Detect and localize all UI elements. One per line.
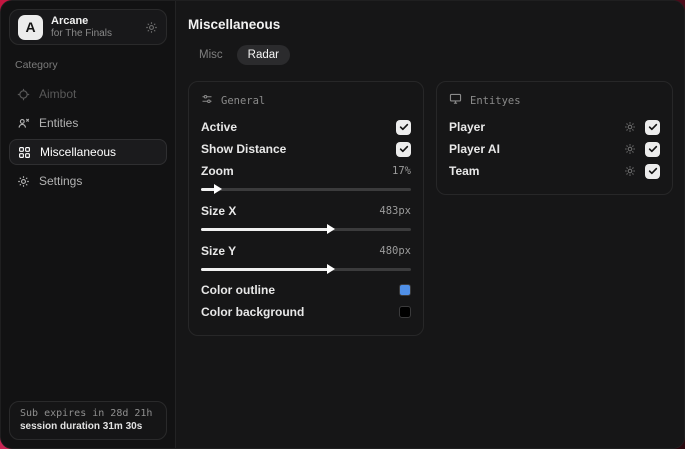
- sidebar-nav: Aimbot Entities Miscellaneous Settings: [9, 81, 167, 194]
- setting-label: Show Distance: [201, 142, 287, 156]
- sidebar: A Arcane for The Finals Category Aimbot …: [1, 1, 176, 448]
- sidebar-item-aimbot[interactable]: Aimbot: [9, 81, 167, 107]
- setting-row-size-x: Size X 483px: [201, 200, 411, 222]
- crosshair-icon: [17, 88, 30, 101]
- active-checkbox[interactable]: [396, 119, 411, 135]
- page-title: Miscellaneous: [188, 17, 281, 32]
- size-y-value: 480px: [379, 245, 411, 257]
- gear-icon: [17, 175, 30, 188]
- entity-row-player-ai: Player AI: [449, 138, 660, 160]
- sidebar-item-label: Aimbot: [39, 87, 77, 101]
- brand-text: Arcane for The Finals: [51, 15, 137, 39]
- slider-thumb[interactable]: [327, 224, 336, 234]
- player-ai-checkbox[interactable]: [645, 141, 660, 157]
- sub-expires-text: Sub expires in 28d 21h: [20, 408, 153, 419]
- slider-thumb[interactable]: [213, 184, 222, 194]
- tab-bar: Misc Radar: [188, 45, 673, 65]
- entity-controls: [624, 119, 660, 135]
- entity-label: Team: [449, 164, 480, 178]
- brand-card: A Arcane for The Finals: [9, 9, 167, 45]
- general-panel-title: General: [221, 95, 266, 107]
- setting-row-show-distance: Show Distance: [201, 138, 411, 160]
- slider-fill: [201, 228, 330, 231]
- entities-panel-title: Entityes: [470, 95, 521, 107]
- entity-row-team: Team: [449, 160, 660, 182]
- sidebar-item-label: Miscellaneous: [40, 145, 117, 159]
- team-checkbox[interactable]: [645, 163, 660, 179]
- app-logo: A: [18, 14, 43, 40]
- monitor-icon: [449, 92, 462, 110]
- size-x-slider[interactable]: [201, 223, 411, 235]
- entities-panel: Entityes Player Player AI Team: [436, 81, 673, 195]
- general-panel-header: General: [201, 92, 411, 110]
- setting-row-zoom: Zoom 17%: [201, 160, 411, 182]
- brand-gear-icon[interactable]: [145, 21, 158, 34]
- setting-row-color-background: Color background: [201, 301, 411, 323]
- category-label: Category: [15, 59, 58, 71]
- zoom-slider[interactable]: [201, 183, 411, 195]
- setting-label: Color background: [201, 305, 305, 319]
- general-panel: General Active Show Distance Zoom 17% Si…: [188, 81, 424, 336]
- app-window: A Arcane for The Finals Category Aimbot …: [0, 0, 685, 449]
- size-x-value: 483px: [379, 205, 411, 217]
- sidebar-item-entities[interactable]: Entities: [9, 110, 167, 136]
- entity-label: Player AI: [449, 142, 500, 156]
- setting-label: Active: [201, 120, 238, 134]
- entity-label: Player: [449, 120, 486, 134]
- setting-row-active: Active: [201, 116, 411, 138]
- app-subtitle: for The Finals: [51, 27, 112, 39]
- slider-track: [201, 188, 411, 191]
- entities-panel-header: Entityes: [449, 92, 660, 110]
- entities-icon: [17, 117, 30, 130]
- sidebar-item-settings[interactable]: Settings: [9, 168, 167, 194]
- grid-icon: [18, 146, 31, 159]
- sidebar-item-label: Entities: [39, 116, 79, 130]
- setting-label: Zoom: [201, 164, 234, 178]
- slider-fill: [201, 268, 330, 271]
- app-name: Arcane: [51, 14, 89, 27]
- setting-label: Size X: [201, 204, 237, 218]
- entity-row-player: Player: [449, 116, 660, 138]
- subscription-card: Sub expires in 28d 21h session duration …: [9, 401, 167, 440]
- color-background-swatch[interactable]: [399, 306, 411, 318]
- main-content: Miscellaneous Misc Radar General Active …: [176, 1, 684, 448]
- player-checkbox[interactable]: [645, 119, 660, 135]
- panels-row: General Active Show Distance Zoom 17% Si…: [188, 81, 673, 336]
- sidebar-item-miscellaneous[interactable]: Miscellaneous: [9, 139, 167, 165]
- entity-controls: [624, 141, 660, 157]
- tab-radar[interactable]: Radar: [236, 45, 290, 65]
- tab-misc[interactable]: Misc: [188, 45, 234, 65]
- color-outline-swatch[interactable]: [399, 284, 411, 296]
- entity-controls: [624, 163, 660, 179]
- size-y-slider[interactable]: [201, 263, 411, 275]
- session-duration-text: session duration 31m 30s: [20, 421, 143, 432]
- sidebar-item-label: Settings: [39, 174, 83, 188]
- setting-label: Color outline: [201, 283, 275, 297]
- sliders-icon: [201, 92, 213, 110]
- setting-row-color-outline: Color outline: [201, 279, 411, 301]
- setting-label: Size Y: [201, 244, 237, 258]
- entity-settings-icon[interactable]: [624, 121, 636, 133]
- zoom-value: 17%: [392, 165, 411, 177]
- slider-thumb[interactable]: [327, 264, 336, 274]
- entity-settings-icon[interactable]: [624, 143, 636, 155]
- show-distance-checkbox[interactable]: [396, 141, 411, 157]
- setting-row-size-y: Size Y 480px: [201, 240, 411, 262]
- entity-settings-icon[interactable]: [624, 165, 636, 177]
